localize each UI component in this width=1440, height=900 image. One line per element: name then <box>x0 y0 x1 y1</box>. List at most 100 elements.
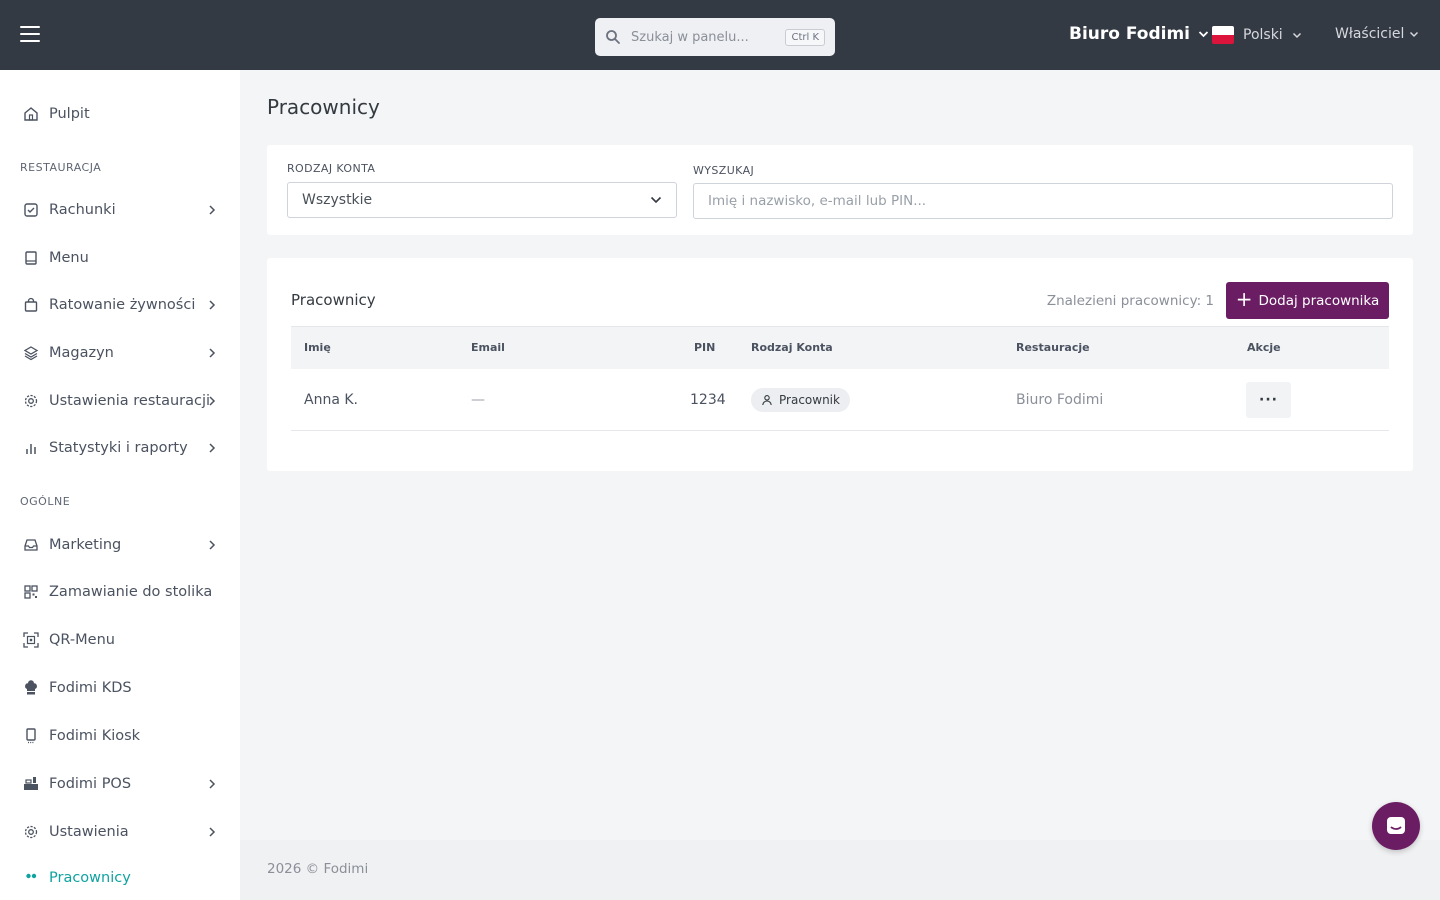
page-title: Pracownicy <box>267 95 380 119</box>
shopping-bag-icon <box>22 296 40 314</box>
employee-name: Anna K. <box>304 392 358 408</box>
bar-chart-icon <box>22 439 40 457</box>
chat-icon <box>1387 817 1405 834</box>
sidebar-item-label: Pracownicy <box>49 870 131 886</box>
chevron-right-icon <box>209 300 216 310</box>
sidebar-item-label: Fodimi KDS <box>49 680 132 696</box>
employee-search-input[interactable] <box>693 183 1393 219</box>
sidebar-item-pracownicy[interactable]: Pracownicy <box>0 858 240 898</box>
filter-card: RODZAJ KONTA Wszystkie WYSZUKAJ <box>267 145 1413 235</box>
add-employee-label: Dodaj pracownika <box>1258 292 1380 309</box>
sidebar-item-qr-menu[interactable]: QR-Menu <box>0 620 240 660</box>
global-search-placeholder: Szukaj w panelu... <box>631 29 749 45</box>
search-shortcut-badge: Ctrl K <box>785 28 825 46</box>
account-type-badge-label: Pracownik <box>779 393 840 407</box>
employee-restaurant: Biuro Fodimi <box>1016 392 1104 408</box>
sidebar-item-label: Ustawienia <box>49 824 129 840</box>
chevron-right-icon <box>209 205 216 215</box>
search-icon <box>606 30 620 44</box>
sidebar-item-label: Statystyki i raporty <box>49 440 188 456</box>
sidebar: Pulpit RESTAURACJA Rachunki Menu Ratowan… <box>0 70 240 900</box>
add-employee-button[interactable]: + Dodaj pracownika <box>1226 282 1389 319</box>
menu-toggle-icon[interactable] <box>20 26 40 42</box>
sidebar-item-label: Menu <box>49 250 89 266</box>
employees-card: Pracownicy Znalezieni pracownicy: 1 + Do… <box>267 258 1413 471</box>
top-bar: Szukaj w panelu... Ctrl K Biuro Fodimi P… <box>0 0 1440 70</box>
sidebar-item-label: Ustawienia restauracji <box>49 393 211 409</box>
organization-name: Biuro Fodimi <box>1069 24 1191 44</box>
language-label: Polski <box>1243 27 1283 43</box>
account-type-badge: Pracownik <box>751 388 850 412</box>
user-icon <box>762 395 772 406</box>
chevron-right-icon <box>209 779 216 789</box>
more-icon: ··· <box>1259 392 1278 408</box>
layers-icon <box>22 344 40 362</box>
column-header-email[interactable]: Email <box>471 341 505 354</box>
organization-switcher[interactable]: Biuro Fodimi <box>1069 24 1209 44</box>
checkbox-icon <box>22 201 40 219</box>
sidebar-item-menu[interactable]: Menu <box>0 238 240 278</box>
chat-launcher-button[interactable] <box>1372 802 1420 850</box>
language-switcher[interactable]: Polski <box>1212 26 1302 44</box>
chevron-right-icon <box>209 827 216 837</box>
table-header: Imię Email PIN Rodzaj Konta Restauracje … <box>291 326 1389 369</box>
sidebar-item-pulpit[interactable]: Pulpit <box>0 94 240 134</box>
inbox-icon <box>22 536 40 554</box>
sidebar-item-statystyki[interactable]: Statystyki i raporty <box>0 428 240 468</box>
employee-pin: 1234 <box>690 392 726 408</box>
home-icon <box>22 105 40 123</box>
footer-copyright: 2026 © Fodimi <box>267 861 369 877</box>
employee-email: — <box>471 392 485 408</box>
qr-scan-icon <box>22 631 40 649</box>
sidebar-item-pos[interactable]: Fodimi POS <box>0 764 240 804</box>
column-header-actions: Akcje <box>1247 341 1281 354</box>
employees-card-title: Pracownicy <box>291 291 376 309</box>
row-actions-button[interactable]: ··· <box>1246 382 1291 418</box>
table-row[interactable]: Anna K. — 1234 Pracownik Biuro Fodimi ··… <box>291 369 1389 431</box>
column-header-pin[interactable]: PIN <box>694 341 715 354</box>
chevron-down-icon <box>1198 31 1209 38</box>
column-header-name[interactable]: Imię <box>304 341 331 354</box>
sidebar-item-rachunki[interactable]: Rachunki <box>0 190 240 230</box>
sidebar-item-kiosk[interactable]: Fodimi Kiosk <box>0 716 240 756</box>
sidebar-section-restaurant: RESTAURACJA <box>20 161 102 174</box>
sidebar-item-ustawienia[interactable]: Ustawienia <box>0 812 240 852</box>
qr-code-icon <box>22 583 40 601</box>
search-label: WYSZUKAJ <box>693 164 755 177</box>
gear-icon <box>22 392 40 410</box>
sidebar-item-kds[interactable]: Fodimi KDS <box>0 668 240 708</box>
chevron-down-icon <box>1410 31 1419 37</box>
pos-register-icon <box>22 775 40 793</box>
gear-icon <box>22 823 40 841</box>
employees-count: Znalezieni pracownicy: 1 <box>1046 293 1214 309</box>
sidebar-item-label: Pulpit <box>49 106 90 122</box>
account-type-label: RODZAJ KONTA <box>287 162 376 175</box>
sidebar-item-ustawienia-restauracji[interactable]: Ustawienia restauracji <box>0 381 240 421</box>
sidebar-item-marketing[interactable]: Marketing <box>0 525 240 565</box>
sidebar-item-label: Zamawianie do stolika <box>49 584 213 600</box>
sidebar-section-general: OGÓLNE <box>20 495 71 508</box>
account-type-value: Wszystkie <box>302 192 373 208</box>
user-role-label: Właściciel <box>1335 26 1405 42</box>
sidebar-item-magazyn[interactable]: Magazyn <box>0 333 240 373</box>
column-header-restaurants[interactable]: Restauracje <box>1016 341 1090 354</box>
book-icon <box>22 249 40 267</box>
column-header-account-type[interactable]: Rodzaj Konta <box>751 341 833 354</box>
user-role-menu[interactable]: Właściciel <box>1335 26 1419 42</box>
account-type-select[interactable]: Wszystkie <box>287 182 677 218</box>
chevron-right-icon <box>209 443 216 453</box>
chevron-right-icon <box>209 348 216 358</box>
sidebar-item-label: Ratowanie żywności <box>49 297 196 313</box>
kiosk-icon <box>22 727 40 745</box>
chef-hat-icon <box>22 679 40 697</box>
chevron-right-icon <box>209 396 216 406</box>
sidebar-item-label: Magazyn <box>49 345 114 361</box>
sidebar-item-label: Rachunki <box>49 202 116 218</box>
chevron-right-icon <box>209 540 216 550</box>
users-icon <box>22 869 40 887</box>
chevron-down-icon <box>650 196 662 204</box>
sidebar-item-zamawianie[interactable]: Zamawianie do stolika <box>0 572 240 612</box>
global-search[interactable]: Szukaj w panelu... Ctrl K <box>595 18 835 56</box>
sidebar-item-ratowanie[interactable]: Ratowanie żywności <box>0 285 240 325</box>
sidebar-item-label: Fodimi Kiosk <box>49 728 141 744</box>
